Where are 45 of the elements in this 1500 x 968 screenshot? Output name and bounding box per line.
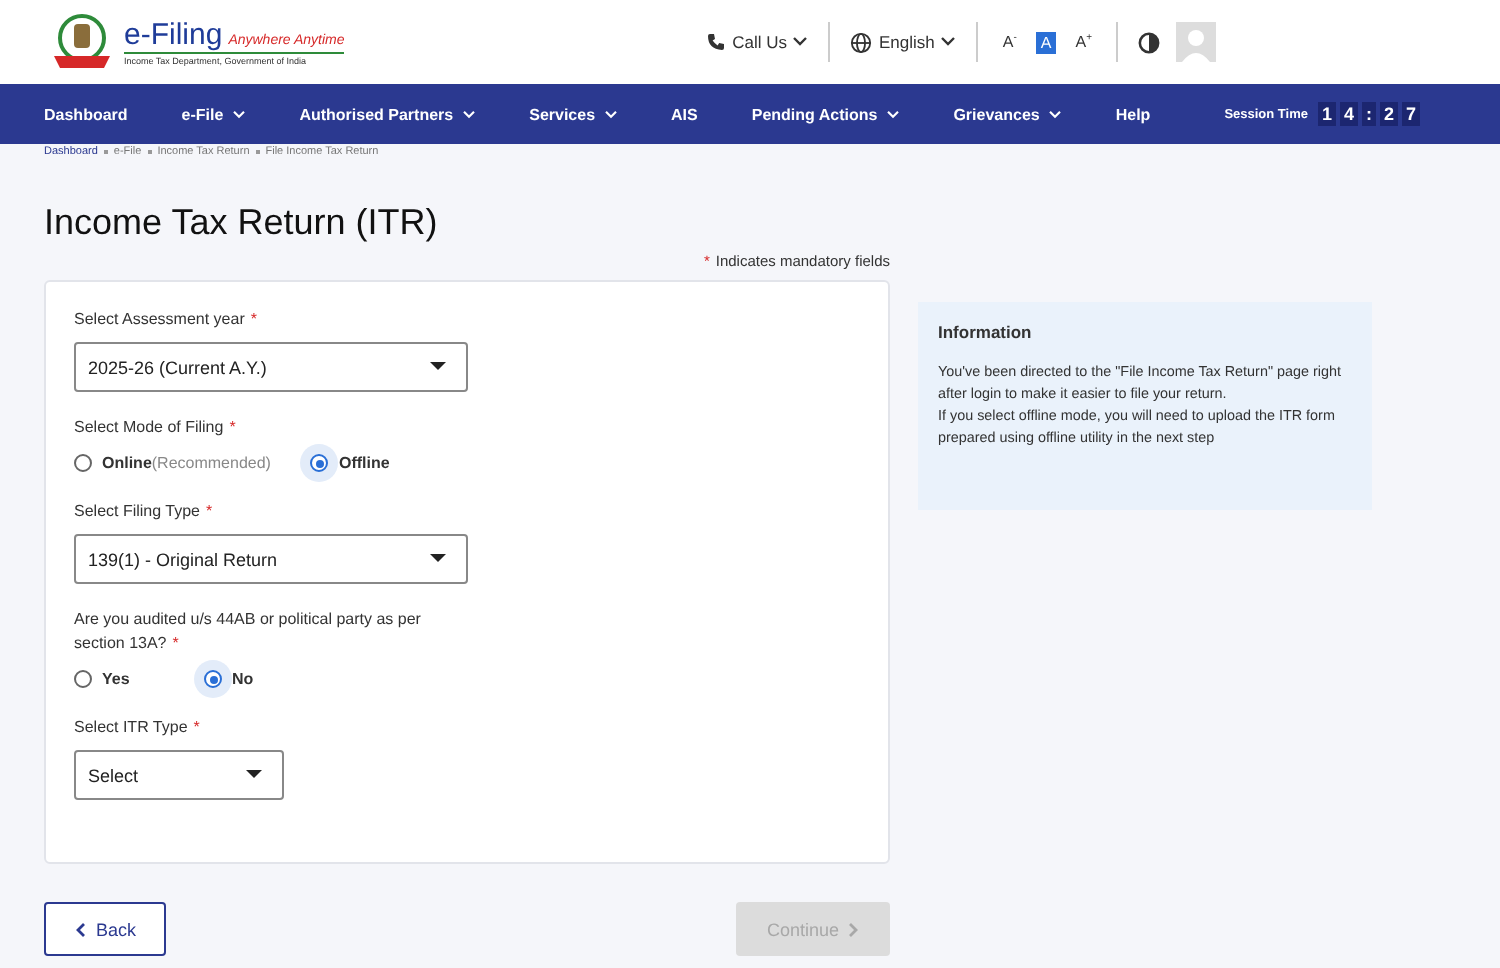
- nav-item[interactable]: Services: [529, 105, 618, 123]
- page-title: Income Tax Return (ITR): [44, 202, 440, 244]
- select-field[interactable]: Select: [74, 750, 284, 800]
- session-time-digit: 4: [1340, 102, 1359, 126]
- font-size-button[interactable]: A: [1036, 31, 1056, 53]
- nav-item[interactable]: Authorised Partners: [299, 105, 476, 123]
- call-us-button[interactable]: Call Us: [706, 32, 809, 52]
- field-label: Select Filing Type *: [74, 500, 213, 524]
- field-label: Select ITR Type *: [74, 716, 200, 740]
- field-label: Are you audited u/s 44AB or political party as per section 13A? *: [74, 608, 423, 656]
- radio-option[interactable]: Online(Recommended): [74, 454, 271, 472]
- caret-icon: [246, 770, 262, 780]
- nav-item[interactable]: Pending Actions: [751, 105, 900, 123]
- caret-icon: [430, 362, 446, 372]
- session-time-digit: 7: [1402, 102, 1421, 126]
- chevron-down-icon: [940, 36, 957, 48]
- nav-item[interactable]: e-File: [181, 105, 246, 123]
- emblem-icon: [48, 12, 116, 72]
- select-field[interactable]: 2025-26 (Current A.Y.): [74, 342, 468, 392]
- phone-icon: [706, 32, 727, 52]
- nav-item[interactable]: Help: [1115, 105, 1151, 123]
- chevron-down-icon: [792, 36, 809, 48]
- language-button[interactable]: English: [850, 31, 957, 53]
- globe-icon: [850, 31, 873, 53]
- info-title: Information: [938, 322, 1034, 342]
- contrast-icon[interactable]: [1138, 31, 1160, 53]
- caret-icon: [430, 554, 446, 564]
- session-time-digit: 2: [1380, 102, 1399, 126]
- select-field[interactable]: 139(1) - Original Return: [74, 534, 468, 584]
- radio-option[interactable]: Yes: [74, 670, 164, 688]
- nav-item[interactable]: AIS: [671, 105, 698, 123]
- radio-option[interactable]: Offline: [310, 454, 401, 472]
- field-label: Select Assessment year *: [74, 308, 257, 332]
- field-label: Select Mode of Filing *: [74, 416, 236, 440]
- font-size-button[interactable]: A$^{+}$: [1071, 30, 1096, 54]
- font-size-button[interactable]: A$^{-}$: [998, 30, 1021, 54]
- chevron-right-icon: [847, 921, 860, 937]
- radio-option[interactable]: No: [204, 670, 294, 688]
- session-time-digit: :: [1362, 102, 1377, 126]
- session-time-digit: 1: [1317, 102, 1336, 126]
- brand-name: e-Filing: [124, 18, 223, 52]
- nav-item[interactable]: Dashboard: [44, 105, 128, 123]
- chevron-left-icon: [73, 921, 86, 937]
- nav-item[interactable]: Grievances: [953, 105, 1062, 123]
- back-button[interactable]: Back: [44, 902, 166, 956]
